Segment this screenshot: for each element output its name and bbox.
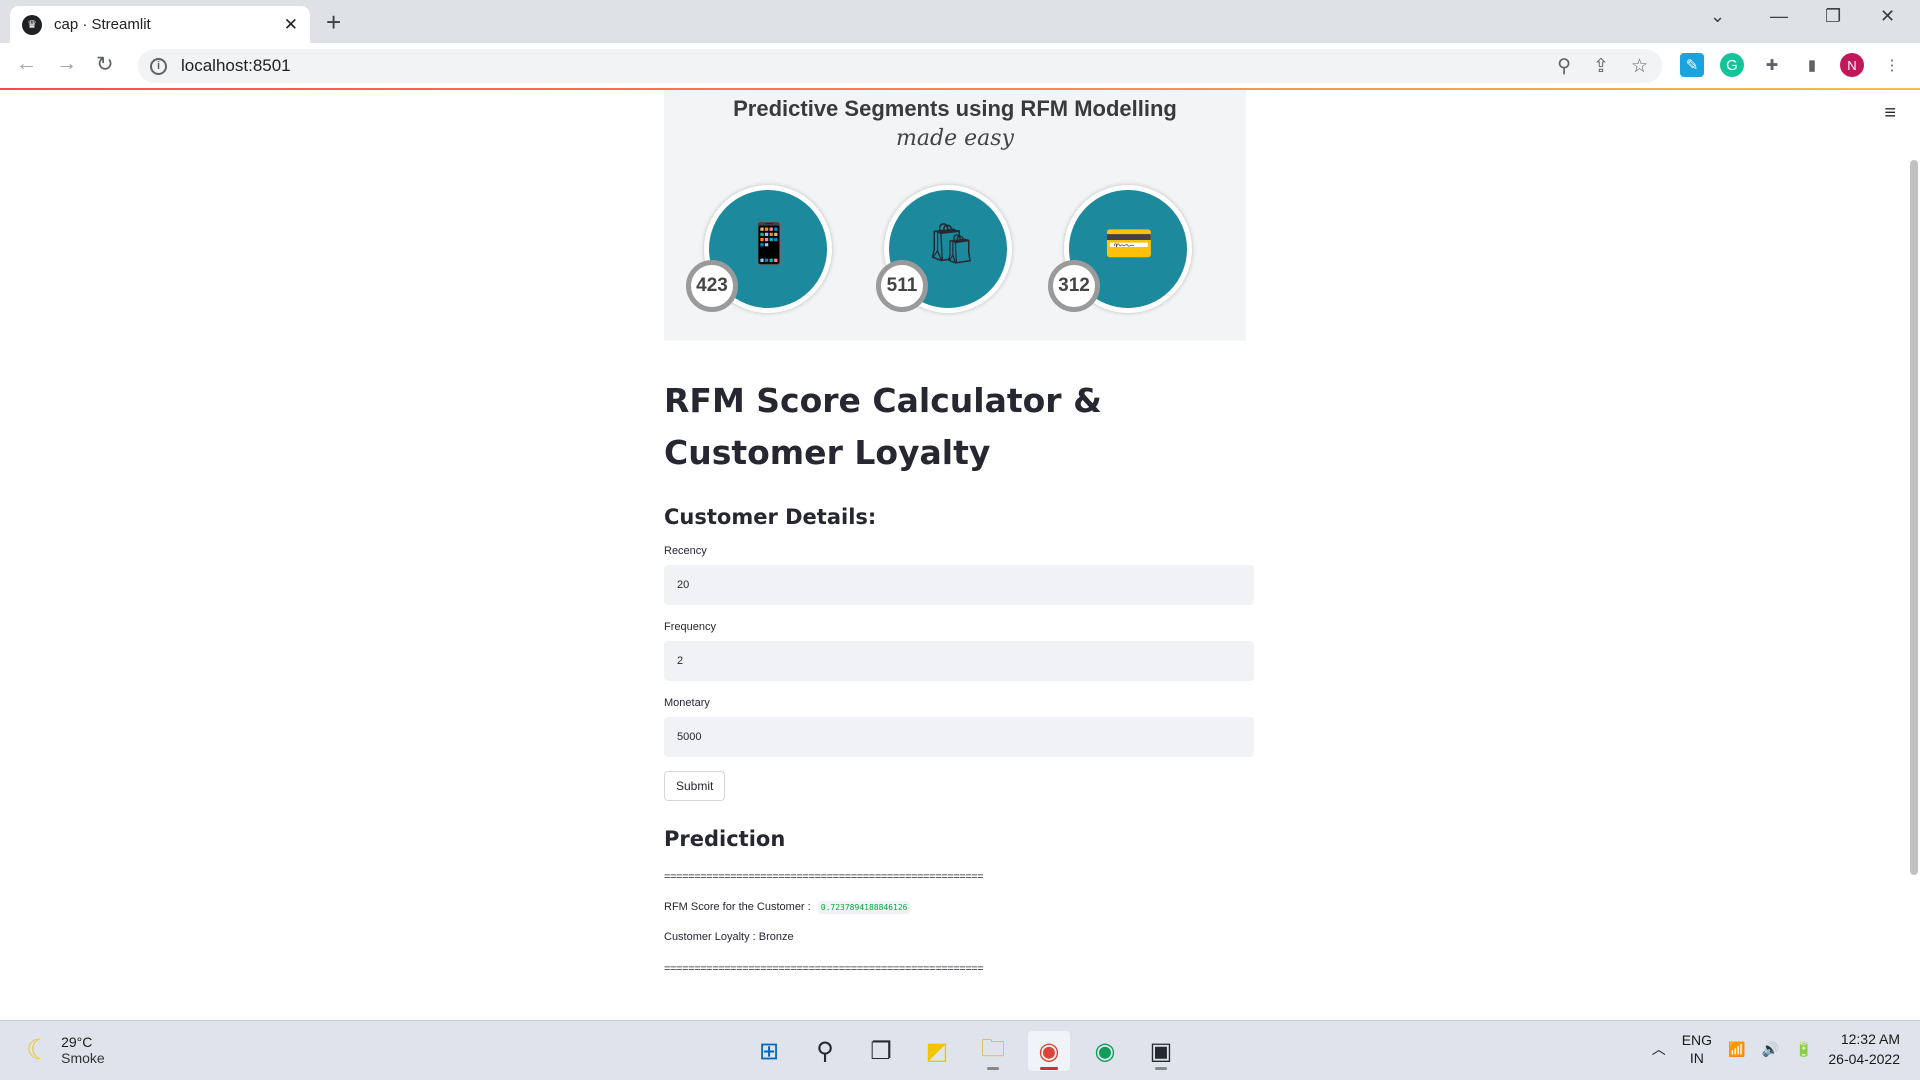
browser-chrome: ♛ cap · Streamlit ✕ + ⌄ — ❐ ✕ ← → ↻ i lo… (0, 0, 1920, 89)
restore-icon[interactable]: ❐ (1825, 6, 1841, 27)
terminal-icon[interactable]: ▣ (1140, 1031, 1182, 1071)
close-tab-icon[interactable]: ✕ (284, 15, 298, 35)
search-icon[interactable]: ⚲ (804, 1031, 846, 1071)
tab-search-icon[interactable]: ⌄ (1710, 6, 1725, 27)
rfm-score-value: 0.7237894188846126 (817, 901, 911, 914)
frequency-label: Frequency (664, 621, 716, 633)
browser-tab[interactable]: ♛ cap · Streamlit ✕ (10, 6, 310, 43)
sticky-notes-icon[interactable]: ◩ (916, 1031, 958, 1071)
extension-pen-icon[interactable]: ✎ (1680, 53, 1704, 77)
temperature-text: 29°C (61, 1033, 93, 1050)
page-title: RFM Score Calculator & Customer Loyalty (664, 381, 1102, 472)
volume-icon[interactable]: 🔊 (1762, 1041, 1779, 1058)
chrome-icon[interactable]: ◉ (1028, 1031, 1070, 1071)
rfm-score-label: RFM Score for the Customer : (664, 901, 811, 913)
banner-image: Predictive Segments using RFM Modelling … (664, 90, 1246, 341)
weather-widget[interactable]: ☾ 29°C Smoke (26, 1033, 105, 1066)
streamlit-favicon-icon: ♛ (22, 14, 42, 35)
recency-input[interactable]: 20 (664, 565, 1254, 605)
back-icon[interactable]: ← (16, 52, 37, 76)
wifi-icon[interactable]: 📶 (1728, 1041, 1745, 1058)
scrollbar-thumb[interactable] (1910, 160, 1918, 875)
banner-subtitle: made easy (896, 126, 1014, 151)
separator-line: ========================================… (664, 963, 984, 975)
profile-avatar[interactable]: N (1840, 53, 1864, 77)
phone-hand-icon: 📱 (744, 222, 794, 266)
minimize-icon[interactable]: — (1770, 6, 1788, 27)
weather-condition-text: Smoke (61, 1049, 105, 1066)
browser-toolbar: ← → ↻ i localhost:8501 ⚲ ⇪ ☆ ✎ G ✚ ▮ N ⋮ (0, 43, 1920, 89)
region-code: IN (1689, 1050, 1704, 1066)
segment-badge: 423 (686, 260, 738, 312)
prediction-header: Prediction (664, 827, 786, 851)
monetary-label: Monetary (664, 697, 710, 709)
language-indicator[interactable]: ENG IN (1682, 1031, 1712, 1067)
zoom-icon[interactable]: ⚲ (1557, 55, 1571, 78)
close-window-icon[interactable]: ✕ (1880, 6, 1895, 27)
clock[interactable]: 12:32 AM 26-04-2022 (1828, 1029, 1900, 1069)
customer-details-header: Customer Details: (664, 505, 877, 529)
hamburger-menu-icon[interactable]: ≡ (1884, 102, 1896, 125)
submit-button[interactable]: Submit (664, 771, 726, 801)
date-text: 26-04-2022 (1828, 1051, 1900, 1067)
weather-moon-icon: ☾ (26, 1034, 52, 1065)
streamlit-page: ≡ Predictive Segments using RFM Modellin… (0, 90, 1920, 1020)
time-text: 12:32 AM (1840, 1031, 1900, 1047)
address-bar[interactable]: i localhost:8501 ⚲ ⇪ ☆ (138, 49, 1662, 83)
main-column: Predictive Segments using RFM Modelling … (664, 90, 1254, 975)
battery-icon[interactable]: 🔋 (1795, 1041, 1812, 1058)
separator-line: ========================================… (664, 871, 984, 883)
site-info-icon[interactable]: i (150, 57, 167, 75)
url-text[interactable]: localhost:8501 (181, 56, 291, 76)
new-tab-icon[interactable]: + (326, 7, 341, 38)
system-tray: ︿ ENG IN 📶 🔊 🔋 12:32 AM 26-04-2022 (1652, 1029, 1900, 1069)
forward-icon[interactable]: → (56, 52, 77, 76)
side-panel-icon[interactable]: ▮ (1800, 53, 1824, 77)
chrome-menu-icon[interactable]: ⋮ (1880, 53, 1904, 77)
monetary-input[interactable]: 5000 (664, 717, 1254, 757)
start-windows-icon[interactable]: ⊞ (748, 1031, 790, 1071)
show-hidden-icons-icon[interactable]: ︿ (1652, 1039, 1666, 1059)
segment-badge: 511 (876, 260, 928, 312)
extensions-puzzle-icon[interactable]: ✚ (1760, 53, 1784, 77)
recency-label: Recency (664, 545, 707, 557)
segment-badge: 312 (1048, 260, 1100, 312)
task-view-icon[interactable]: ❐ (860, 1031, 902, 1071)
windows-taskbar: ☾ 29°C Smoke ⊞ ⚲ ❐ ◩ 🗀 ◉ ◉ ▣ ︿ ENG IN 📶 … (0, 1020, 1920, 1080)
file-explorer-icon[interactable]: 🗀 (972, 1031, 1014, 1071)
banner-title: Predictive Segments using RFM Modelling (733, 96, 1177, 121)
reload-icon[interactable]: ↻ (96, 52, 114, 77)
customer-loyalty-text: Customer Loyalty : Bronze (664, 931, 794, 943)
lang-code: ENG (1681, 1032, 1713, 1048)
shopper-icon: 🛍 (926, 222, 977, 266)
tab-title: cap · Streamlit (54, 16, 151, 33)
frequency-input[interactable]: 2 (664, 641, 1254, 681)
taskbar-apps: ⊞ ⚲ ❐ ◩ 🗀 ◉ ◉ ▣ (748, 1031, 1182, 1071)
share-icon[interactable]: ⇪ (1593, 55, 1609, 78)
bookmark-star-icon[interactable]: ☆ (1631, 55, 1648, 78)
grammarly-icon[interactable]: G (1720, 53, 1744, 77)
chrome-profile-icon[interactable]: ◉ (1084, 1031, 1126, 1071)
payment-card-icon: 💳 (1104, 222, 1154, 266)
rfm-score-line: RFM Score for the Customer : 0.723789418… (664, 901, 1254, 914)
scrollbar[interactable] (1904, 90, 1920, 1020)
